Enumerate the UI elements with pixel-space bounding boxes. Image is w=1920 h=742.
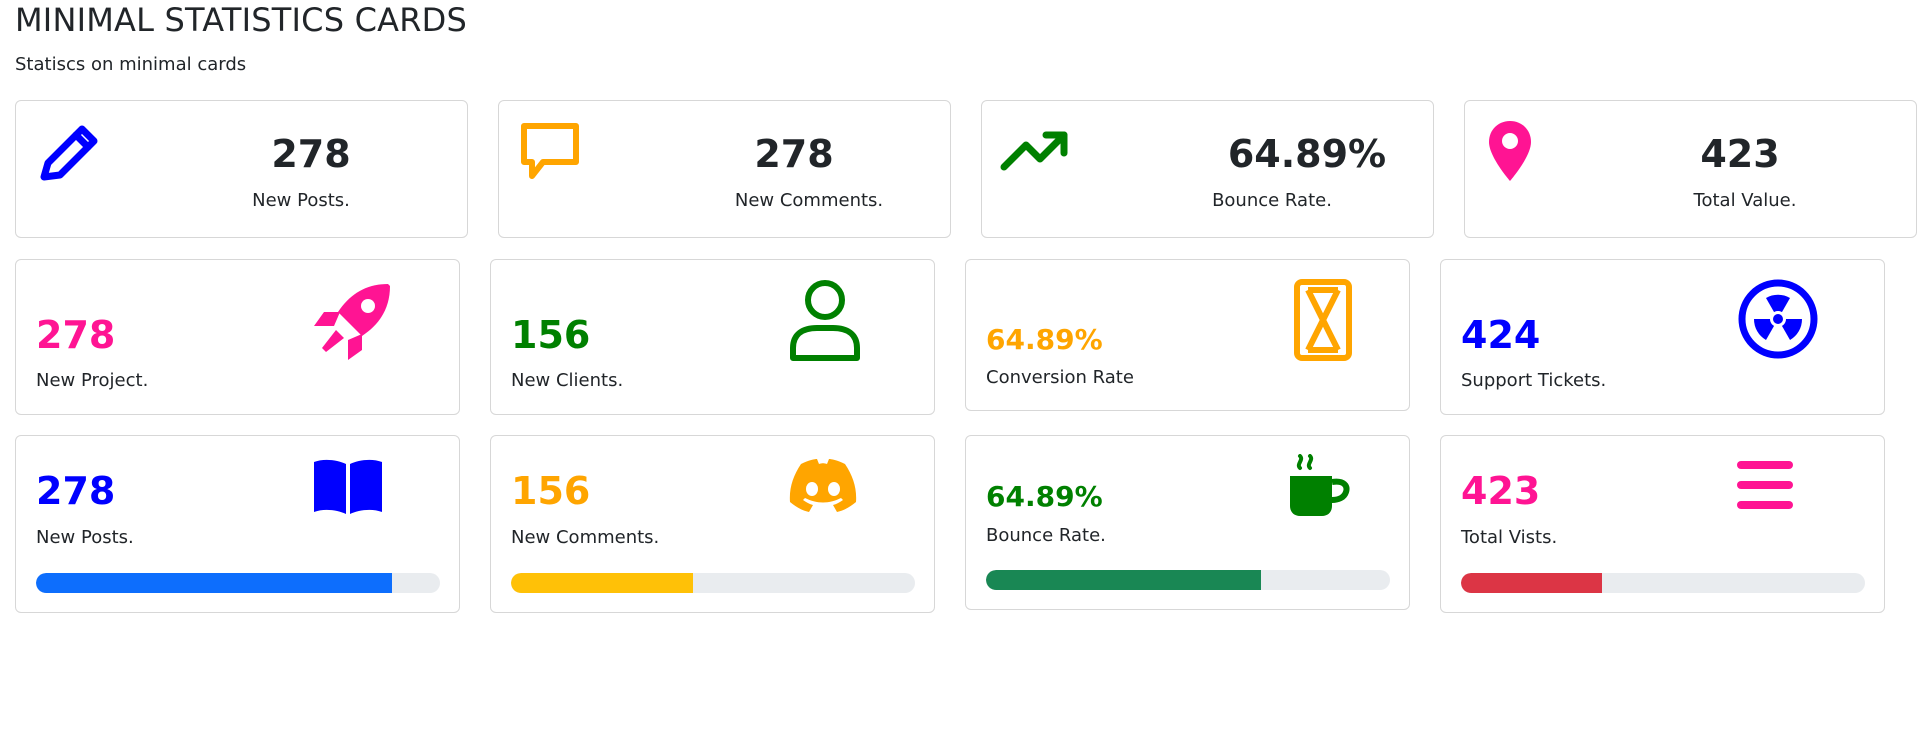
stat-card-new-comments: 278 New Comments.: [498, 100, 951, 238]
map-pin-icon: [1489, 121, 1531, 181]
page-subtitle: Statiscs on minimal cards: [15, 54, 247, 75]
chat-bubble-icon: [521, 123, 579, 179]
progress-bar: [1461, 573, 1865, 593]
stat-label: New Project.: [36, 370, 149, 391]
stat-value: 64.89%: [1227, 132, 1387, 176]
stat-label: Support Tickets.: [1461, 370, 1607, 391]
stat-value: 423: [1700, 132, 1780, 176]
menu-icon: [1737, 461, 1793, 509]
user-icon: [790, 280, 860, 361]
stat-label: Bounce Rate.: [986, 525, 1106, 546]
stat-card-support-tickets: 424 Support Tickets.: [1440, 259, 1885, 415]
page-title: MINIMAL STATISTICS CARDS: [15, 1, 468, 39]
stat-value: 423: [1461, 469, 1541, 513]
stat-label: Bounce Rate.: [1212, 190, 1332, 211]
stat-value: 64.89%: [986, 323, 1103, 356]
stat-label: New Clients.: [511, 370, 624, 391]
stat-label: Total Value.: [1693, 190, 1797, 211]
pencil-icon: [40, 125, 98, 181]
radiation-icon: [1738, 279, 1818, 359]
stat-card-new-project: 278 New Project.: [15, 259, 460, 415]
trending-up-icon: [1000, 131, 1068, 171]
progress-bar: [511, 573, 915, 593]
stat-value: 156: [511, 313, 591, 357]
stat-value: 278: [36, 469, 116, 513]
stat-value: 424: [1461, 313, 1541, 357]
stat-label: New Comments.: [734, 190, 884, 211]
stat-card-bounce-rate: 64.89% Bounce Rate.: [981, 100, 1434, 238]
progress-bar: [36, 573, 440, 593]
stat-card-total-visits-progress: 423 Total Vists.: [1440, 435, 1885, 613]
book-icon: [314, 459, 382, 514]
page: MINIMAL STATISTICS CARDS Statiscs on min…: [0, 0, 1920, 742]
stat-label: New Posts.: [252, 190, 350, 211]
stat-value: 64.89%: [986, 480, 1103, 513]
stat-card-bounce-rate-progress: 64.89% Bounce Rate.: [965, 435, 1410, 610]
stat-value: 278: [754, 132, 834, 176]
progress-bar: [986, 570, 1390, 590]
stat-label: Total Vists.: [1461, 527, 1558, 548]
stat-label: New Comments.: [511, 527, 660, 548]
rocket-icon: [314, 284, 390, 360]
stat-card-conversion-rate: 64.89% Conversion Rate: [965, 259, 1410, 411]
progress-fill: [1461, 573, 1603, 593]
stat-value: 278: [271, 132, 351, 176]
stat-card-new-clients: 156 New Clients.: [490, 259, 935, 415]
progress-fill: [986, 570, 1261, 590]
stat-card-new-posts: 278 New Posts.: [15, 100, 468, 238]
progress-fill: [511, 573, 693, 593]
stat-card-total-value: 423 Total Value.: [1464, 100, 1917, 238]
progress-fill: [36, 573, 392, 593]
stat-card-new-posts-progress: 278 New Posts.: [15, 435, 460, 613]
discord-icon: [789, 459, 857, 512]
stat-card-new-comments-progress: 156 New Comments.: [490, 435, 935, 613]
stat-label: New Posts.: [36, 527, 134, 548]
stat-value: 278: [36, 313, 116, 357]
stat-label: Conversion Rate: [986, 367, 1134, 388]
hourglass-icon: [1294, 279, 1352, 361]
stat-value: 156: [511, 469, 591, 513]
coffee-cup-icon: [1290, 454, 1350, 516]
